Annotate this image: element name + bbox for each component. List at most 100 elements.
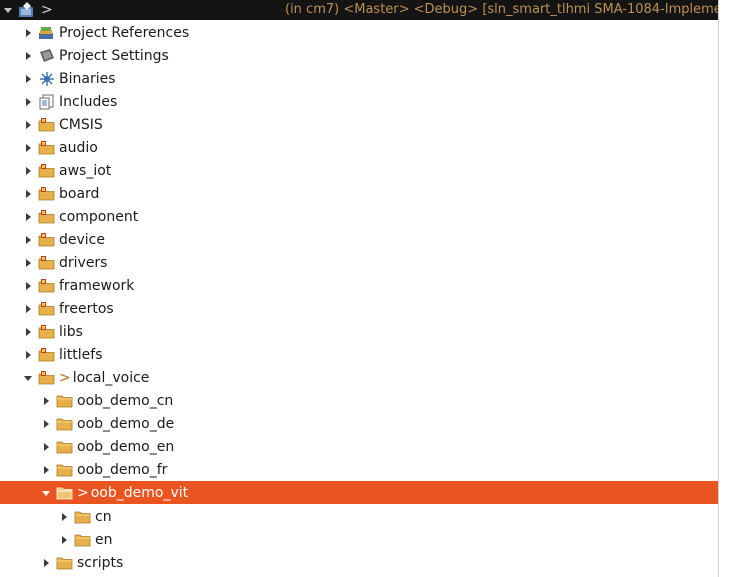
chevron-right-icon[interactable] [22,257,34,269]
tree-item-label: local_voice [72,369,150,386]
tree-item-en[interactable]: en [0,528,718,551]
source-folder-icon [38,232,56,248]
folder-icon [74,509,92,525]
chevron-right-icon[interactable] [22,73,34,85]
source-folder-icon [38,301,56,317]
chevron-right-icon[interactable] [40,464,52,476]
tree-item-label: Project Settings [59,47,169,64]
vertical-scrollbar[interactable] [718,0,741,577]
tree-item-label: oob_demo_vit [90,484,189,501]
chevron-right-icon[interactable] [22,27,34,39]
tree-item-label: framework [59,277,135,294]
references-icon [38,25,56,41]
chevron-right-icon[interactable] [58,534,70,546]
chevron-right-icon[interactable] [22,142,34,154]
chevron-right-icon[interactable] [22,165,34,177]
source-folder-icon [38,347,56,363]
git-change-marker: > [77,484,89,501]
tree-item-freertos[interactable]: freertos [0,297,718,320]
tree-item-label: Includes [59,93,118,110]
tree-item-project-references[interactable]: Project References [0,21,718,44]
project-icon [18,2,36,18]
chevron-right-icon[interactable] [22,119,34,131]
source-folder-icon [38,140,56,156]
tree-item-label: device [59,231,105,248]
tree-item-label: audio [59,139,98,156]
chevron-right-icon[interactable] [22,326,34,338]
tree-item-device[interactable]: device [0,228,718,251]
tree-item-local-voice[interactable]: > local_voice [0,366,718,389]
source-folder-icon [38,186,56,202]
tree-item-label: cn [95,508,112,525]
tree-item-label: scripts [77,554,124,571]
chevron-right-icon[interactable] [22,303,34,315]
chevron-right-icon[interactable] [22,211,34,223]
chevron-down-icon[interactable] [40,487,52,499]
folder-icon [56,485,74,501]
chevron-right-icon[interactable] [22,50,34,62]
tree-item-cmsis[interactable]: CMSIS [0,113,718,136]
tree-item-label: oob_demo_fr [77,461,168,478]
tree-item-label: freertos [59,300,114,317]
source-folder-icon [38,255,56,271]
source-folder-icon [38,370,56,386]
tree-item-label: aws_iot [59,162,112,179]
binaries-icon [38,71,56,87]
tree-item-includes[interactable]: Includes [0,90,718,113]
tree-item-component[interactable]: component [0,205,718,228]
chevron-right-icon[interactable] [40,418,52,430]
tree-item-project-settings[interactable]: Project Settings [0,44,718,67]
tree-item-label: oob_demo_de [77,415,175,432]
settings-icon [38,48,56,64]
tree-item-framework[interactable]: framework [0,274,718,297]
tree-item-libs[interactable]: libs [0,320,718,343]
source-folder-icon [38,163,56,179]
chevron-down-icon[interactable] [22,372,34,384]
tree-item-label: Binaries [59,70,116,87]
chevron-right-icon[interactable] [40,557,52,569]
chevron-right-icon[interactable] [22,280,34,292]
chevron-right-icon[interactable] [40,441,52,453]
tree-item-oob-demo-vit[interactable]: > oob_demo_vit [0,481,718,504]
source-folder-icon [38,278,56,294]
includes-icon [38,94,56,110]
folder-icon [56,439,74,455]
tree-item-oob-demo-en[interactable]: oob_demo_en [0,435,718,458]
folder-icon [56,555,74,571]
project-decoration-text: (in cm7) <Master> <Debug> [sln_smart_tlh… [285,2,718,17]
folder-icon [56,416,74,432]
chevron-right-icon[interactable] [22,188,34,200]
tree-item-cn[interactable]: cn [0,505,718,528]
tree-item-audio[interactable]: audio [0,136,718,159]
tree-item-littlefs[interactable]: littlefs [0,343,718,366]
tree-item-label: Project References [59,24,190,41]
source-folder-icon [38,324,56,340]
tree-item-scripts[interactable]: scripts [0,551,718,574]
tree-item-board[interactable]: board [0,182,718,205]
source-folder-icon [38,209,56,225]
tree-item-label: CMSIS [59,116,103,133]
source-folder-icon [38,117,56,133]
tree-item-oob-demo-fr[interactable]: oob_demo_fr [0,458,718,481]
tree-item-label: oob_demo_en [77,438,175,455]
chevron-right-icon[interactable] [22,349,34,361]
chevron-right-icon[interactable] [22,234,34,246]
tree-item-oob-demo-cn[interactable]: oob_demo_cn [0,389,718,412]
folder-icon [56,462,74,478]
tree-item-label: en [95,531,113,548]
tree-item-binaries[interactable]: Binaries [0,67,718,90]
tree-item-label: drivers [59,254,108,271]
tree-item-aws-iot[interactable]: aws_iot [0,159,718,182]
tree-item-drivers[interactable]: drivers [0,251,718,274]
chevron-down-icon[interactable] [2,4,14,16]
chevron-right-icon[interactable] [22,96,34,108]
chevron-right-icon[interactable] [58,511,70,523]
chevron-right-icon[interactable] [40,395,52,407]
project-explorer-tree: > (in cm7) <Master> <Debug> [sln_smart_t… [0,0,718,577]
tree-item-label: component [59,208,139,225]
git-change-marker: > [59,369,71,386]
folder-icon [56,393,74,409]
project-prefix: > [41,2,53,18]
tree-item-oob-demo-de[interactable]: oob_demo_de [0,412,718,435]
folder-icon [74,532,92,548]
